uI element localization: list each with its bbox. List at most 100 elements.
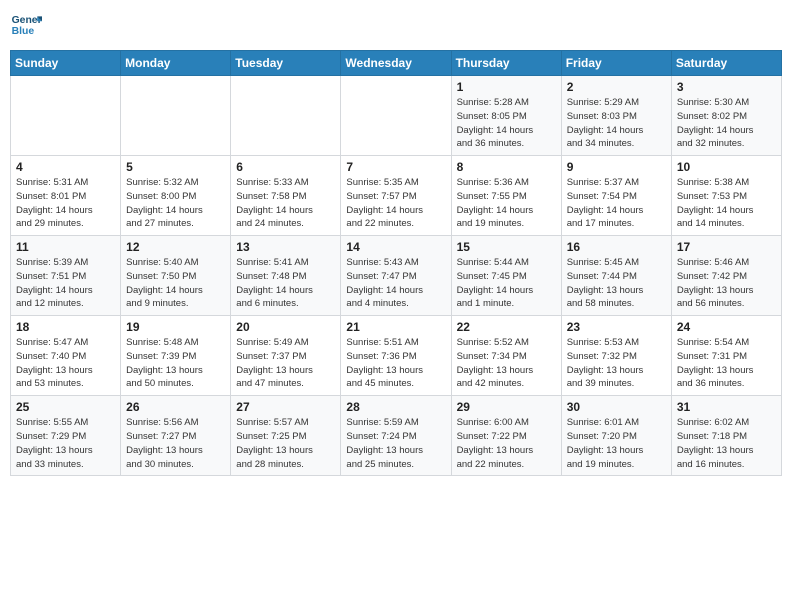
- day-detail: Sunrise: 5:47 AM Sunset: 7:40 PM Dayligh…: [16, 336, 115, 391]
- day-detail: Sunrise: 5:49 AM Sunset: 7:37 PM Dayligh…: [236, 336, 335, 391]
- day-detail: Sunrise: 6:00 AM Sunset: 7:22 PM Dayligh…: [457, 416, 556, 471]
- calendar-cell: [121, 76, 231, 156]
- day-detail: Sunrise: 5:46 AM Sunset: 7:42 PM Dayligh…: [677, 256, 776, 311]
- calendar-table: SundayMondayTuesdayWednesdayThursdayFrid…: [10, 50, 782, 476]
- day-header-monday: Monday: [121, 51, 231, 76]
- day-detail: Sunrise: 6:02 AM Sunset: 7:18 PM Dayligh…: [677, 416, 776, 471]
- day-detail: Sunrise: 6:01 AM Sunset: 7:20 PM Dayligh…: [567, 416, 666, 471]
- calendar-cell: 27Sunrise: 5:57 AM Sunset: 7:25 PM Dayli…: [231, 396, 341, 476]
- day-number: 9: [567, 160, 666, 174]
- day-number: 7: [346, 160, 445, 174]
- day-number: 13: [236, 240, 335, 254]
- day-detail: Sunrise: 5:59 AM Sunset: 7:24 PM Dayligh…: [346, 416, 445, 471]
- day-number: 1: [457, 80, 556, 94]
- calendar-cell: 4Sunrise: 5:31 AM Sunset: 8:01 PM Daylig…: [11, 156, 121, 236]
- day-number: 3: [677, 80, 776, 94]
- day-detail: Sunrise: 5:40 AM Sunset: 7:50 PM Dayligh…: [126, 256, 225, 311]
- day-detail: Sunrise: 5:31 AM Sunset: 8:01 PM Dayligh…: [16, 176, 115, 231]
- calendar-cell: 10Sunrise: 5:38 AM Sunset: 7:53 PM Dayli…: [671, 156, 781, 236]
- day-header-tuesday: Tuesday: [231, 51, 341, 76]
- day-detail: Sunrise: 5:39 AM Sunset: 7:51 PM Dayligh…: [16, 256, 115, 311]
- day-number: 11: [16, 240, 115, 254]
- day-number: 8: [457, 160, 556, 174]
- day-detail: Sunrise: 5:32 AM Sunset: 8:00 PM Dayligh…: [126, 176, 225, 231]
- svg-text:Blue: Blue: [12, 26, 35, 37]
- calendar-cell: 15Sunrise: 5:44 AM Sunset: 7:45 PM Dayli…: [451, 236, 561, 316]
- calendar-cell: 9 Sunrise: 5:37 AM Sunset: 7:54 PM Daylig…: [561, 156, 671, 236]
- calendar-cell: 30 Sunrise: 6:01 AM Sunset: 7:20 PM Dayli…: [561, 396, 671, 476]
- day-header-wednesday: Wednesday: [341, 51, 451, 76]
- day-detail: Sunrise: 5:41 AM Sunset: 7:48 PM Dayligh…: [236, 256, 335, 311]
- day-detail: Sunrise: 5:37 AM Sunset: 7:54 PM Dayligh…: [567, 176, 666, 231]
- calendar-cell: 19 Sunrise: 5:48 AM Sunset: 7:39 PM Dayli…: [121, 316, 231, 396]
- day-header-saturday: Saturday: [671, 51, 781, 76]
- week-row-5: 25 Sunrise: 5:55 AM Sunset: 7:29 PM Dayli…: [11, 396, 782, 476]
- day-number: 21: [346, 320, 445, 334]
- logo: General Blue: [10, 10, 46, 42]
- day-number: 16: [567, 240, 666, 254]
- day-number: 18: [16, 320, 115, 334]
- calendar-cell: [341, 76, 451, 156]
- day-number: 24: [677, 320, 776, 334]
- day-number: 19: [126, 320, 225, 334]
- day-number: 28: [346, 400, 445, 414]
- calendar-cell: [231, 76, 341, 156]
- calendar-cell: 3 Sunrise: 5:30 AM Sunset: 8:02 PM Daylig…: [671, 76, 781, 156]
- calendar-cell: 31Sunrise: 6:02 AM Sunset: 7:18 PM Dayli…: [671, 396, 781, 476]
- day-header-friday: Friday: [561, 51, 671, 76]
- page-header: General Blue: [10, 10, 782, 42]
- week-row-2: 4Sunrise: 5:31 AM Sunset: 8:01 PM Daylig…: [11, 156, 782, 236]
- day-number: 17: [677, 240, 776, 254]
- day-detail: Sunrise: 5:51 AM Sunset: 7:36 PM Dayligh…: [346, 336, 445, 391]
- calendar-cell: 25 Sunrise: 5:55 AM Sunset: 7:29 PM Dayli…: [11, 396, 121, 476]
- calendar-cell: 24 Sunrise: 5:54 AM Sunset: 7:31 PM Dayli…: [671, 316, 781, 396]
- day-detail: Sunrise: 5:28 AM Sunset: 8:05 PM Dayligh…: [457, 96, 556, 151]
- day-detail: Sunrise: 5:36 AM Sunset: 7:55 PM Dayligh…: [457, 176, 556, 231]
- calendar-cell: 28 Sunrise: 5:59 AM Sunset: 7:24 PM Dayli…: [341, 396, 451, 476]
- day-detail: Sunrise: 5:57 AM Sunset: 7:25 PM Dayligh…: [236, 416, 335, 471]
- week-row-3: 11 Sunrise: 5:39 AM Sunset: 7:51 PM Dayli…: [11, 236, 782, 316]
- calendar-cell: 5Sunrise: 5:32 AM Sunset: 8:00 PM Daylig…: [121, 156, 231, 236]
- day-number: 10: [677, 160, 776, 174]
- calendar-cell: 2 Sunrise: 5:29 AM Sunset: 8:03 PM Daylig…: [561, 76, 671, 156]
- calendar-cell: 18 Sunrise: 5:47 AM Sunset: 7:40 PM Dayli…: [11, 316, 121, 396]
- calendar-cell: 12 Sunrise: 5:40 AM Sunset: 7:50 PM Dayli…: [121, 236, 231, 316]
- day-number: 25: [16, 400, 115, 414]
- day-number: 29: [457, 400, 556, 414]
- day-detail: Sunrise: 5:43 AM Sunset: 7:47 PM Dayligh…: [346, 256, 445, 311]
- calendar-cell: 17 Sunrise: 5:46 AM Sunset: 7:42 PM Dayli…: [671, 236, 781, 316]
- day-detail: Sunrise: 5:53 AM Sunset: 7:32 PM Dayligh…: [567, 336, 666, 391]
- calendar-cell: 1 Sunrise: 5:28 AM Sunset: 8:05 PM Daylig…: [451, 76, 561, 156]
- day-number: 26: [126, 400, 225, 414]
- day-number: 12: [126, 240, 225, 254]
- week-row-4: 18 Sunrise: 5:47 AM Sunset: 7:40 PM Dayli…: [11, 316, 782, 396]
- calendar-cell: 8 Sunrise: 5:36 AM Sunset: 7:55 PM Daylig…: [451, 156, 561, 236]
- day-detail: Sunrise: 5:54 AM Sunset: 7:31 PM Dayligh…: [677, 336, 776, 391]
- day-number: 14: [346, 240, 445, 254]
- day-number: 22: [457, 320, 556, 334]
- calendar-cell: 29 Sunrise: 6:00 AM Sunset: 7:22 PM Dayli…: [451, 396, 561, 476]
- day-number: 23: [567, 320, 666, 334]
- calendar-cell: 21 Sunrise: 5:51 AM Sunset: 7:36 PM Dayli…: [341, 316, 451, 396]
- day-detail: Sunrise: 5:48 AM Sunset: 7:39 PM Dayligh…: [126, 336, 225, 391]
- calendar-cell: 16Sunrise: 5:45 AM Sunset: 7:44 PM Dayli…: [561, 236, 671, 316]
- logo-icon: General Blue: [10, 10, 42, 42]
- day-detail: Sunrise: 5:30 AM Sunset: 8:02 PM Dayligh…: [677, 96, 776, 151]
- day-header-sunday: Sunday: [11, 51, 121, 76]
- day-detail: Sunrise: 5:33 AM Sunset: 7:58 PM Dayligh…: [236, 176, 335, 231]
- calendar-cell: 14 Sunrise: 5:43 AM Sunset: 7:47 PM Dayli…: [341, 236, 451, 316]
- calendar-cell: 6Sunrise: 5:33 AM Sunset: 7:58 PM Daylig…: [231, 156, 341, 236]
- calendar-cell: 23 Sunrise: 5:53 AM Sunset: 7:32 PM Dayli…: [561, 316, 671, 396]
- day-detail: Sunrise: 5:52 AM Sunset: 7:34 PM Dayligh…: [457, 336, 556, 391]
- day-detail: Sunrise: 5:35 AM Sunset: 7:57 PM Dayligh…: [346, 176, 445, 231]
- day-detail: Sunrise: 5:29 AM Sunset: 8:03 PM Dayligh…: [567, 96, 666, 151]
- calendar-cell: 22 Sunrise: 5:52 AM Sunset: 7:34 PM Dayli…: [451, 316, 561, 396]
- calendar-cell: [11, 76, 121, 156]
- calendar-cell: 11 Sunrise: 5:39 AM Sunset: 7:51 PM Dayli…: [11, 236, 121, 316]
- calendar-cell: 26Sunrise: 5:56 AM Sunset: 7:27 PM Dayli…: [121, 396, 231, 476]
- day-number: 2: [567, 80, 666, 94]
- day-number: 30: [567, 400, 666, 414]
- day-detail: Sunrise: 5:55 AM Sunset: 7:29 PM Dayligh…: [16, 416, 115, 471]
- day-number: 15: [457, 240, 556, 254]
- day-number: 20: [236, 320, 335, 334]
